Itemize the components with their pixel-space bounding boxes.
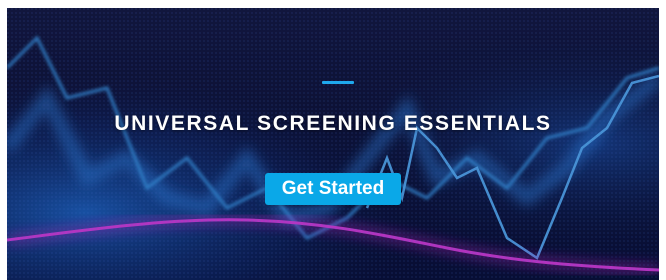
hero-banner: UNIVERSAL SCREENING ESSENTIALS Get Start… xyxy=(7,8,659,280)
page: UNIVERSAL SCREENING ESSENTIALS Get Start… xyxy=(0,0,666,280)
get-started-button[interactable]: Get Started xyxy=(265,173,401,205)
hero-content: UNIVERSAL SCREENING ESSENTIALS Get Start… xyxy=(7,8,659,280)
accent-divider xyxy=(322,81,354,84)
hero-title: UNIVERSAL SCREENING ESSENTIALS xyxy=(114,112,552,135)
